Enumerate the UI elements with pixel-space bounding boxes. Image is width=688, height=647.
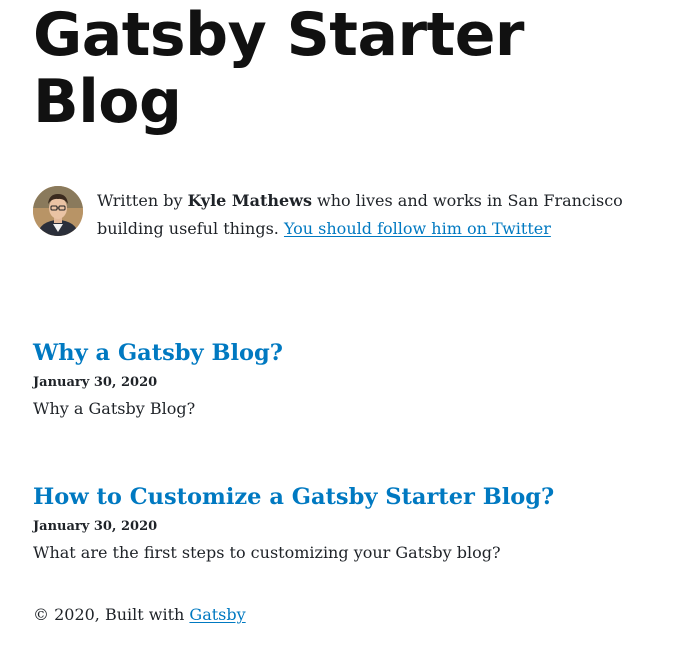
gatsby-link[interactable]: Gatsby xyxy=(189,605,245,624)
post-item: Why a Gatsby Blog? January 30, 2020 Why … xyxy=(33,338,673,421)
author-name: Kyle Mathews xyxy=(187,191,312,210)
post-item: How to Customize a Gatsby Starter Blog? … xyxy=(33,482,673,565)
post-excerpt: What are the first steps to customizing … xyxy=(33,543,501,562)
footer-text: © 2020, Built with xyxy=(33,605,190,624)
author-bio: Written by Kyle Mathews who lives and wo… xyxy=(33,186,673,243)
site-footer: © 2020, Built with Gatsby xyxy=(33,602,246,628)
site-title[interactable]: Gatsby Starter Blog xyxy=(33,2,673,136)
avatar-photo-icon xyxy=(33,186,83,236)
post-excerpt: Why a Gatsby Blog? xyxy=(33,399,196,418)
post-title-link[interactable]: Why a Gatsby Blog? xyxy=(33,340,283,366)
post-title: How to Customize a Gatsby Starter Blog? xyxy=(33,482,673,512)
post-title-link[interactable]: How to Customize a Gatsby Starter Blog? xyxy=(33,484,554,510)
twitter-link[interactable]: You should follow him on Twitter xyxy=(284,219,551,238)
post-date: January 30, 2020 xyxy=(33,519,158,534)
bio-text: Written by Kyle Mathews who lives and wo… xyxy=(97,187,673,243)
author-avatar xyxy=(33,186,83,236)
post-title: Why a Gatsby Blog? xyxy=(33,338,673,368)
bio-prefix: Written by xyxy=(97,191,188,210)
post-date: January 30, 2020 xyxy=(33,375,158,390)
